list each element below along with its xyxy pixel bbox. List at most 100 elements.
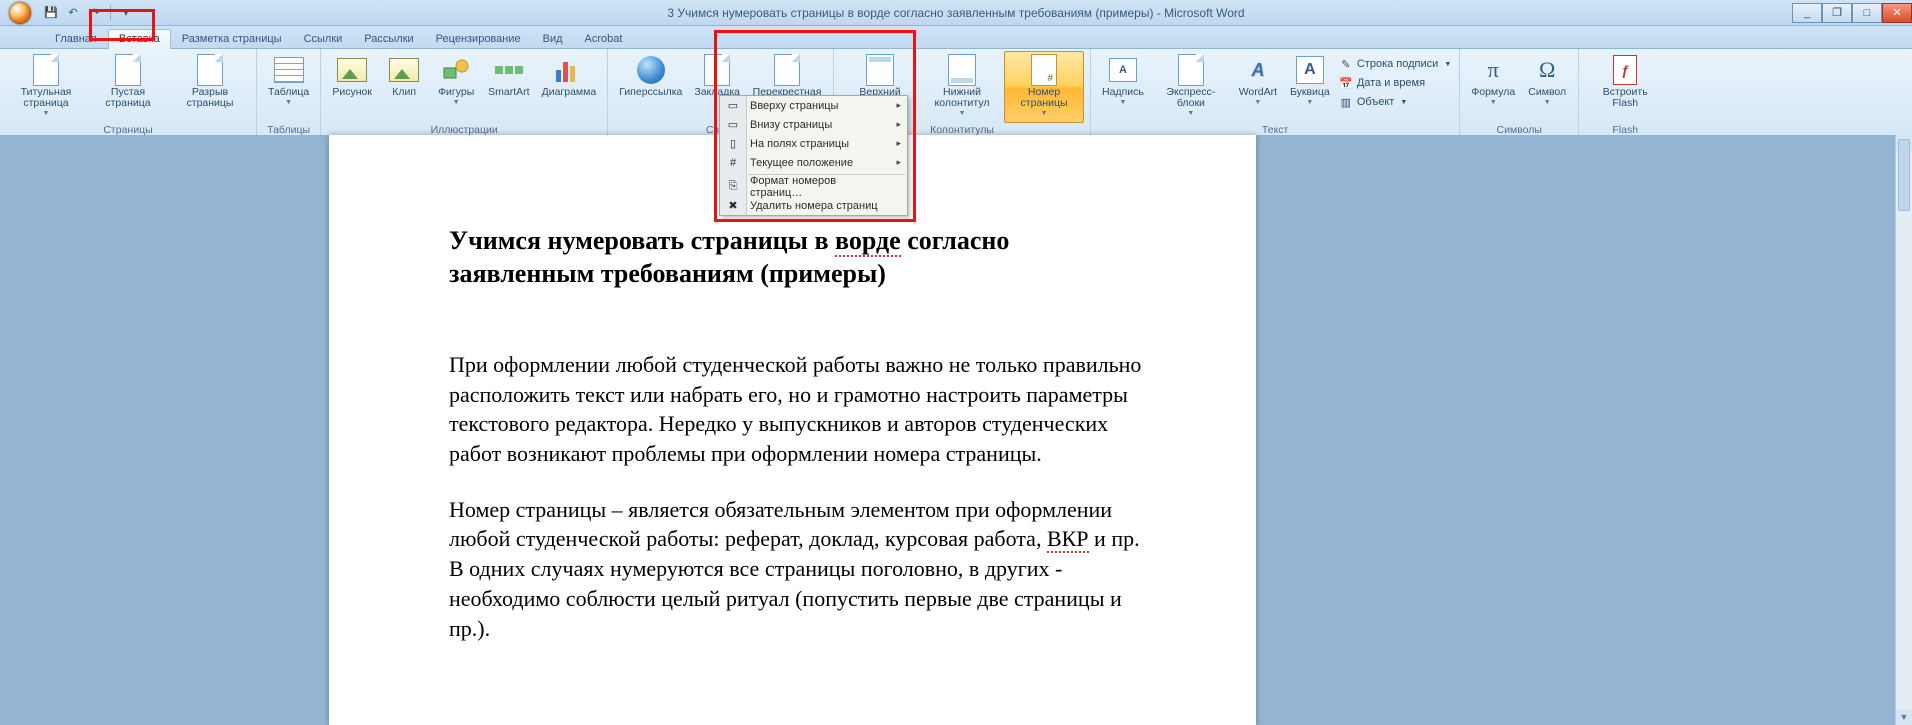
chevron-right-icon: ▸: [896, 138, 901, 149]
menu-remove-label: Удалить номера страниц: [750, 200, 878, 212]
textbox-label: Надпись: [1102, 87, 1144, 98]
document-heading: Учимся нумеровать страницы в ворде согла…: [449, 225, 1146, 290]
menu-top-label: Вверху страницы: [750, 100, 838, 112]
shapes-icon: [440, 54, 472, 86]
chevron-down-icon: ▼: [453, 99, 460, 106]
footer-button[interactable]: Нижний колонтитул ▼: [922, 51, 1002, 123]
maximize-button[interactable]: □: [1852, 3, 1882, 23]
format-icon: ⎘: [725, 179, 741, 195]
tab-view[interactable]: Вид: [532, 29, 574, 49]
tab-pagelayout[interactable]: Разметка страницы: [171, 29, 293, 49]
cover-page-icon: [30, 54, 62, 86]
menu-format-page-numbers[interactable]: ⎘ Формат номеров страниц…: [720, 177, 907, 196]
qat-customize-button[interactable]: ▾: [117, 4, 135, 22]
hyperlink-button[interactable]: Гиперссылка: [614, 51, 687, 123]
footer-icon: [946, 54, 978, 86]
office-button[interactable]: [2, 0, 38, 25]
menu-bottom-of-page[interactable]: ▭ Внизу страницы ▸: [720, 115, 907, 134]
chart-button[interactable]: Диаграмма: [537, 51, 602, 123]
blank-page-label: Пустая страница: [93, 87, 163, 109]
table-label: Таблица: [268, 87, 309, 98]
scroll-down-button[interactable]: ▼: [1896, 709, 1912, 725]
scroll-thumb[interactable]: [1898, 139, 1910, 211]
shapes-button[interactable]: Фигуры ▼: [431, 51, 481, 123]
bookmark-icon: [701, 54, 733, 86]
object-button[interactable]: ▥Объект▼: [1337, 93, 1453, 111]
menu-top-of-page[interactable]: ▭ Вверху страницы ▸: [720, 96, 907, 115]
document-page[interactable]: Учимся нумеровать страницы в ворде согла…: [329, 135, 1256, 725]
symbol-button[interactable]: Ω Символ ▼: [1522, 51, 1572, 123]
chevron-down-icon: ▼: [1041, 110, 1048, 117]
qat-undo-button[interactable]: ↶: [64, 4, 82, 22]
chart-label: Диаграмма: [542, 87, 597, 98]
tab-references[interactable]: Ссылки: [293, 29, 354, 49]
textbox-button[interactable]: A Надпись ▼: [1097, 51, 1149, 123]
table-button[interactable]: Таблица ▼: [263, 51, 314, 123]
footer-label: Нижний колонтитул: [927, 87, 997, 109]
page-number-icon: [1028, 54, 1060, 86]
chevron-right-icon: ▸: [896, 157, 901, 168]
menu-remove-page-numbers[interactable]: ✖ Удалить номера страниц: [720, 196, 907, 215]
ribbon: Титульная страница ▼ Пустая страница Раз…: [0, 49, 1912, 138]
clipart-label: Клип: [392, 87, 416, 98]
chevron-down-icon: ▼: [959, 110, 966, 117]
qat-redo-button[interactable]: ↷: [86, 4, 104, 22]
dropcap-label: Буквица: [1290, 87, 1330, 98]
menu-bottom-label: Внизу страницы: [750, 119, 832, 131]
chevron-down-icon: ▼: [285, 99, 292, 106]
office-orb-icon: [9, 2, 31, 24]
chevron-down-icon: ▼: [1544, 99, 1551, 106]
tab-home[interactable]: Главная: [44, 29, 108, 49]
cover-page-label: Титульная страница: [11, 87, 81, 109]
chevron-down-icon: ▼: [1187, 110, 1194, 117]
symbol-label: Символ: [1528, 87, 1566, 98]
tab-insert[interactable]: Вставка: [108, 29, 171, 49]
minimize-button[interactable]: _: [1792, 3, 1822, 23]
object-icon: ▥: [1339, 95, 1353, 109]
menu-format-label: Формат номеров страниц…: [750, 175, 891, 199]
blank-page-button[interactable]: Пустая страница: [88, 51, 168, 123]
hyperlink-icon: [635, 54, 667, 86]
group-illustrations: Рисунок Клип Фигуры ▼ SmartArt: [321, 49, 608, 137]
vertical-scrollbar[interactable]: ▲ ▼: [1895, 135, 1912, 725]
tab-acrobat[interactable]: Acrobat: [574, 29, 634, 49]
menu-page-margins[interactable]: ▯ На полях страницы ▸: [720, 134, 907, 153]
page-break-button[interactable]: Разрыв страницы: [170, 51, 250, 123]
signature-line-button[interactable]: ✎Строка подписи▼: [1337, 55, 1453, 73]
table-icon: [273, 54, 305, 86]
embed-flash-label: Встроить Flash: [1590, 87, 1660, 109]
signature-label: Строка подписи: [1357, 58, 1438, 70]
tab-review[interactable]: Рецензирование: [425, 29, 532, 49]
wordart-button[interactable]: A WordArt ▼: [1233, 51, 1283, 123]
picture-button[interactable]: Рисунок: [327, 51, 377, 123]
current-pos-icon: #: [725, 155, 741, 171]
menu-margins-label: На полях страницы: [750, 138, 849, 150]
group-flash: ƒ Встроить Flash Flash: [1579, 49, 1671, 137]
clipart-button[interactable]: Клип: [379, 51, 429, 123]
smartart-icon: [493, 54, 525, 86]
dropcap-button[interactable]: A Буквица ▼: [1285, 51, 1335, 123]
blank-page-icon: [112, 54, 144, 86]
smartart-button[interactable]: SmartArt: [483, 51, 534, 123]
chevron-down-icon: ▼: [1444, 61, 1451, 68]
close-button[interactable]: ✕: [1882, 3, 1912, 23]
document-paragraph-2: Номер страницы – является обязательным э…: [449, 495, 1146, 643]
chevron-right-icon: ▸: [896, 119, 901, 130]
qat-save-button[interactable]: 💾: [42, 4, 60, 22]
tab-mailings[interactable]: Рассылки: [353, 29, 424, 49]
crossref-icon: [771, 54, 803, 86]
restore-button[interactable]: ❐: [1822, 3, 1852, 23]
smartart-label: SmartArt: [488, 87, 529, 98]
wordart-icon: A: [1242, 54, 1274, 86]
date-time-button[interactable]: 📅Дата и время: [1337, 74, 1453, 92]
embed-flash-button[interactable]: ƒ Встроить Flash: [1585, 51, 1665, 123]
menu-current-position[interactable]: # Текущее положение ▸: [720, 153, 907, 172]
page-number-button[interactable]: Номер страницы ▼: [1004, 51, 1084, 123]
chevron-down-icon: ▼: [1400, 99, 1407, 106]
date-label: Дата и время: [1357, 77, 1425, 89]
equation-button[interactable]: π Формула ▼: [1466, 51, 1520, 123]
quickparts-button[interactable]: Экспресс-блоки ▼: [1151, 51, 1231, 123]
document-paragraph-1: При оформлении любой студенческой работы…: [449, 350, 1146, 469]
cover-page-button[interactable]: Титульная страница ▼: [6, 51, 86, 123]
page-number-menu: ▭ Вверху страницы ▸ ▭ Внизу страницы ▸ ▯…: [719, 95, 908, 216]
